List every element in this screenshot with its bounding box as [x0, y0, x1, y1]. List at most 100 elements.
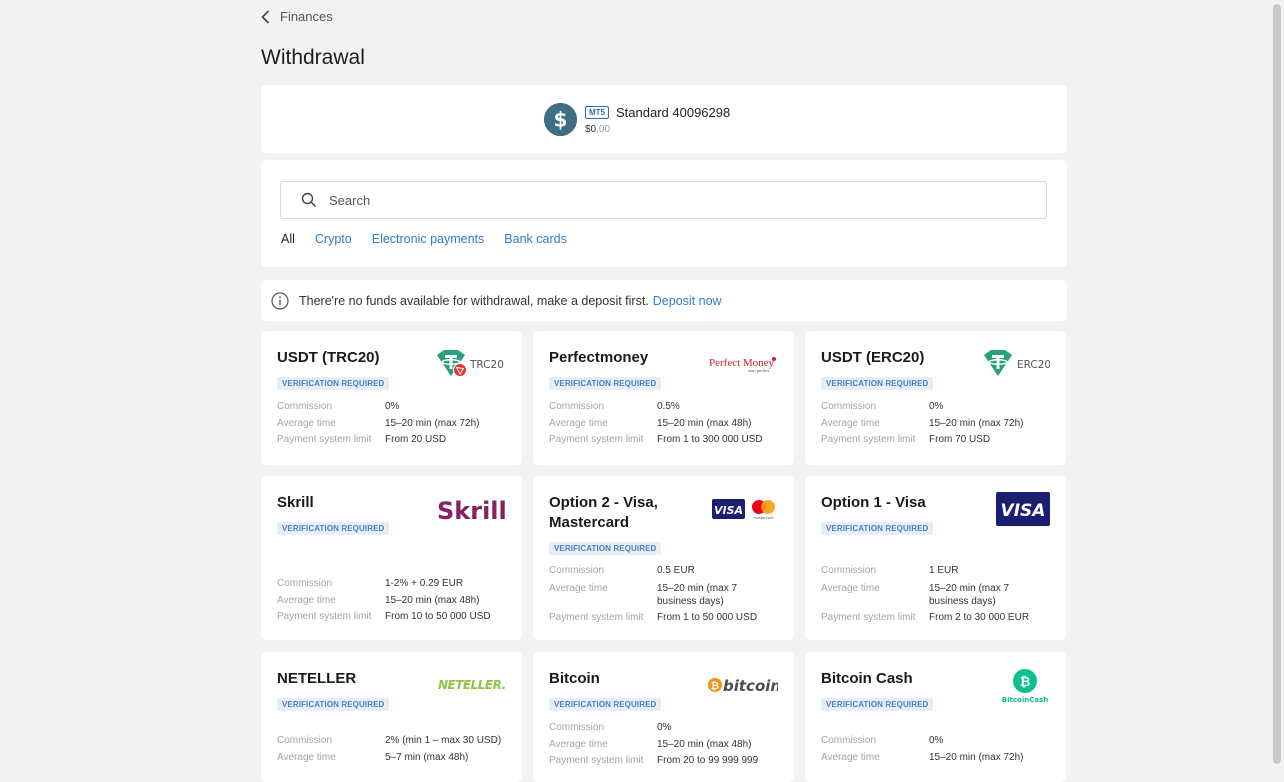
limit-value: From 70 USD: [929, 434, 991, 445]
tab-bank-cards[interactable]: Bank cards: [504, 232, 567, 246]
commission-value: 0%: [657, 722, 672, 733]
logo-text: bitcoin: [723, 677, 778, 695]
tether-erc20-logo: ERC20: [980, 349, 1051, 384]
verification-badge: VERIFICATION REQUIRED: [821, 698, 934, 711]
tab-all[interactable]: All: [281, 232, 295, 246]
time-label: Average time: [821, 582, 880, 594]
svg-text:₿: ₿: [1020, 675, 1031, 690]
visa-mastercard-logo: VISA mastercard: [712, 498, 778, 525]
method-name: Option 1 - Visa: [821, 494, 926, 511]
tab-crypto[interactable]: Crypto: [315, 232, 352, 246]
logo-text: Skrill: [437, 497, 506, 524]
time-label: Average time: [549, 738, 608, 750]
time-label: Average time: [549, 417, 608, 429]
method-details: Commission 0% Average time 15–20 min (max …: [821, 399, 1054, 449]
logo-subtext: start perfect: [748, 368, 770, 373]
method-card-usdt-trc20[interactable]: USDT (TRC20) VERIFICATION REQUIRED TRC20…: [261, 331, 522, 465]
logo-text: BitcoinCash: [1002, 696, 1048, 704]
limit-value: From 10 to 50 000 USD: [385, 611, 491, 622]
logo-text: NETELLER.: [438, 678, 506, 692]
commission-label: Commission: [549, 401, 605, 412]
verification-badge: VERIFICATION REQUIRED: [549, 377, 662, 390]
commission-value: 1-2% + 0.29 EUR: [385, 578, 464, 589]
time-label: Average time: [277, 751, 336, 763]
method-name: USDT (TRC20): [277, 349, 380, 366]
verification-badge: VERIFICATION REQUIRED: [277, 698, 390, 711]
method-card-visa[interactable]: Option 1 - Visa VERIFICATION REQUIRED VI…: [805, 476, 1066, 640]
commission-label: Commission: [821, 565, 877, 576]
commission-value: 1 EUR: [929, 565, 959, 576]
neteller-logo: NETELLER.: [436, 676, 506, 697]
method-card-perfectmoney[interactable]: Perfectmoney VERIFICATION REQUIRED Perfe…: [533, 331, 794, 465]
info-icon: [271, 291, 289, 310]
tab-electronic-payments[interactable]: Electronic payments: [372, 232, 485, 246]
time-value: 15–20 min (max 48h): [657, 738, 752, 750]
time-value: 15–20 min (max 7 business days): [657, 582, 738, 607]
bitcoin-cash-logo: ₿ BitcoinCash: [1000, 668, 1050, 709]
filter-panel: All Crypto Electronic payments Bank card…: [261, 160, 1067, 267]
method-card-bitcoin[interactable]: Bitcoin VERIFICATION REQUIRED ₿ bitcoin …: [533, 652, 794, 782]
commission-value: 2% (min 1 – max 30 USD): [385, 735, 502, 746]
category-tabs: All Crypto Electronic payments Bank card…: [281, 232, 567, 246]
method-details: Commission 0% Average time 15–20 min (max …: [277, 399, 510, 449]
time-value: 15–20 min (max 72h): [929, 751, 1024, 763]
method-card-visa-mastercard[interactable]: Option 2 - Visa, Mastercard VERIFICATION…: [533, 476, 794, 640]
limit-label: Payment system limit: [549, 611, 644, 623]
time-label: Average time: [277, 594, 336, 606]
chevron-left-icon: [261, 9, 270, 24]
commission-label: Commission: [549, 565, 605, 576]
method-card-skrill[interactable]: Skrill VERIFICATION REQUIRED Skrill Comm…: [261, 476, 522, 640]
method-card-neteller[interactable]: NETELLER VERIFICATION REQUIRED NETELLER.…: [261, 652, 522, 782]
method-name: Option 2 - Visa, Mastercard: [549, 494, 658, 531]
limit-label: Payment system limit: [277, 434, 372, 445]
commission-label: Commission: [277, 735, 333, 746]
time-label: Average time: [821, 417, 880, 429]
limit-label: Payment system limit: [277, 611, 372, 622]
search-input[interactable]: [327, 191, 1031, 209]
time-value: 15–20 min (max 72h): [385, 417, 480, 429]
limit-value: From 20 to 99 999 999: [657, 755, 759, 766]
svg-text:₿: ₿: [711, 680, 719, 692]
time-value: 15–20 min (max 48h): [657, 417, 752, 429]
limit-value: From 1 to 300 000 USD: [657, 434, 763, 445]
notice-message: There're no funds available for withdraw…: [299, 293, 649, 308]
method-card-usdt-erc20[interactable]: USDT (ERC20) VERIFICATION REQUIRED ERC20…: [805, 331, 1066, 465]
back-link[interactable]: Finances: [261, 9, 333, 24]
limit-value: From 2 to 30 000 EUR: [929, 611, 1030, 623]
method-details: Commission 0.5% Average time 15–20 min (ma…: [549, 399, 782, 449]
logo-text: VISA: [1001, 501, 1046, 521]
limit-label: Payment system limit: [821, 434, 916, 445]
account-selector[interactable]: $ MT5 Standard 40096298 $0,00: [544, 103, 730, 136]
commission-label: Commission: [277, 578, 333, 589]
deposit-now-link[interactable]: Deposit now: [653, 294, 722, 308]
time-value: 15–20 min (max 7 business days): [929, 582, 1010, 607]
verification-badge: VERIFICATION REQUIRED: [549, 698, 662, 711]
method-details: Commission 0% Average time 15–20 min (max …: [821, 733, 1054, 766]
visa-logo: VISA: [996, 492, 1050, 531]
verification-badge: VERIFICATION REQUIRED: [277, 522, 390, 535]
scrollbar-thumb[interactable]: [1273, 4, 1281, 764]
commission-label: Commission: [821, 735, 877, 746]
search-icon: [301, 192, 317, 208]
method-name: Bitcoin: [549, 670, 600, 687]
method-details: Commission 1 EUR Average time 15–20 min (m…: [821, 563, 1054, 626]
logo-text: ERC20: [1017, 359, 1050, 371]
limit-label: Payment system limit: [549, 434, 644, 445]
method-card-bitcoin-cash[interactable]: Bitcoin Cash VERIFICATION REQUIRED ₿ Bit…: [805, 652, 1066, 782]
svg-text:$: $: [554, 108, 568, 132]
limit-label: Payment system limit: [821, 611, 916, 623]
method-details: Commission 2% (min 1 – max 30 USD) Averag…: [277, 733, 510, 766]
search-field[interactable]: [280, 181, 1047, 219]
logo-text: TRC20: [469, 359, 504, 371]
svg-text:mastercard: mastercard: [754, 516, 774, 520]
verification-badge: VERIFICATION REQUIRED: [821, 377, 934, 390]
verification-badge: VERIFICATION REQUIRED: [277, 377, 390, 390]
method-name: Perfectmoney: [549, 349, 649, 366]
commission-value: 0%: [929, 401, 944, 412]
time-label: Average time: [821, 751, 880, 763]
account-panel: $ MT5 Standard 40096298 $0,00: [261, 85, 1067, 153]
time-label: Average time: [549, 582, 608, 594]
page-scrollbar[interactable]: [1270, 0, 1284, 768]
account-balance: $0,00: [585, 124, 730, 135]
method-name: Bitcoin Cash: [821, 670, 913, 687]
